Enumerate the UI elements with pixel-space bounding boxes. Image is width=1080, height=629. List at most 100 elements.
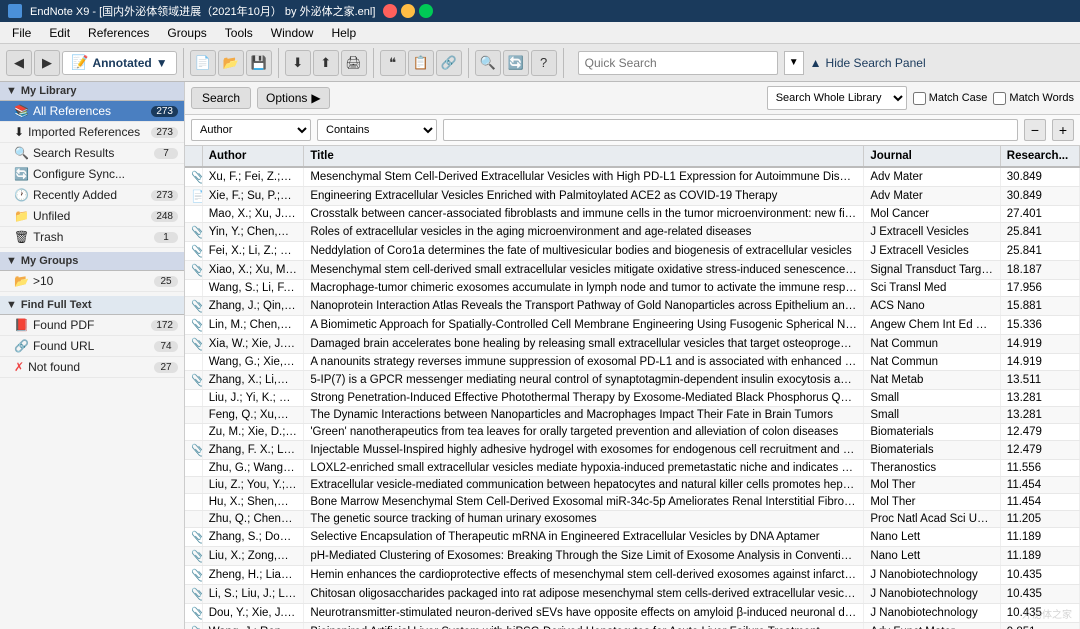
- sidebar-item-trash[interactable]: 🗑 Trash 1: [0, 227, 184, 248]
- cell-author: Wang, G.; Xie,…: [202, 354, 304, 371]
- table-row[interactable]: 📎Liu, X.; Zong,…pH-Mediated Clustering o…: [185, 547, 1080, 566]
- table-row[interactable]: Mao, X.; Xu, J.;…Crosstalk between cance…: [185, 206, 1080, 223]
- table-row[interactable]: 📎Li, S.; Liu, J.; Li…Chitosan oligosacch…: [185, 585, 1080, 604]
- menu-window[interactable]: Window: [263, 24, 322, 42]
- quick-search-input[interactable]: [578, 51, 778, 75]
- table-row[interactable]: Hu, X.; Shen,…Bone Marrow Mesenchymal St…: [185, 494, 1080, 511]
- open-btn[interactable]: 📂: [218, 50, 244, 76]
- sync-btn[interactable]: 🔄: [503, 50, 529, 76]
- table-row[interactable]: 📎Dou, Y.; Xie, J.;…Neurotransmitter-stim…: [185, 604, 1080, 623]
- table-row[interactable]: 📎Xiao, X.; Xu, M.…Mesenchymal stem cell-…: [185, 261, 1080, 280]
- save-btn[interactable]: 💾: [246, 50, 272, 76]
- menu-tools[interactable]: Tools: [217, 24, 261, 42]
- menu-references[interactable]: References: [80, 24, 157, 42]
- table-row[interactable]: 📎Zhang, F. X.; Li…Injectable Mussel-Insp…: [185, 441, 1080, 460]
- table-row[interactable]: 📎Zheng, H.; Lia…Hemin enhances the cardi…: [185, 566, 1080, 585]
- table-row[interactable]: Zhu, Q.; Chen…The genetic source trackin…: [185, 511, 1080, 528]
- configure-sync-icon: 🔄: [14, 167, 29, 181]
- field-select[interactable]: Author Title Year Journal Keywords Abstr…: [191, 119, 311, 141]
- sidebar-badge: 273: [151, 127, 178, 138]
- minimize-btn[interactable]: [401, 4, 415, 18]
- hide-search-panel-btn[interactable]: ▲ Hide Search Panel: [810, 56, 926, 70]
- cell-author: Liu, J.; Yi, K.; Z…: [202, 390, 304, 407]
- back-btn[interactable]: ◀: [6, 50, 32, 76]
- sidebar-item-unfiled[interactable]: 📁 Unfiled 248: [0, 206, 184, 227]
- cell-attach: 📎: [185, 585, 202, 604]
- match-case-label[interactable]: Match Case: [913, 92, 988, 105]
- sidebar-item-search-results[interactable]: 🔍 Search Results 7: [0, 143, 184, 164]
- table-row[interactable]: 📎Zhang, X.; Li,…5-IP(7) is a GPCR messen…: [185, 371, 1080, 390]
- annotated-badge[interactable]: 📝 Annotated ▼: [62, 51, 177, 75]
- match-words-checkbox[interactable]: [993, 92, 1006, 105]
- ref-btn[interactable]: 📋: [408, 50, 434, 76]
- table-row[interactable]: 📄Xie, F.; Su, P.;…Engineering Extracellu…: [185, 187, 1080, 206]
- search-library-select[interactable]: Search Whole Library: [767, 86, 907, 110]
- find-full-text-header[interactable]: ▼ Find Full Text: [0, 296, 184, 315]
- table-row[interactable]: 📎Fei, X.; Li, Z.; Y…Neddylation of Coro1…: [185, 242, 1080, 261]
- sidebar-item-configure-sync[interactable]: 🔄 Configure Sync...: [0, 164, 184, 185]
- import-btn[interactable]: ⬇: [285, 50, 311, 76]
- table-row[interactable]: Liu, Z.; You, Y.;…Extracellular vesicle-…: [185, 477, 1080, 494]
- sidebar-item-group-10[interactable]: 📂 >10 25: [0, 271, 184, 292]
- table-row[interactable]: Zu, M.; Xie, D.;…'Green' nanotherapeutic…: [185, 424, 1080, 441]
- table-row[interactable]: Liu, J.; Yi, K.; Z…Strong Penetration-In…: [185, 390, 1080, 407]
- sidebar-item-not-found[interactable]: ✗ Not found 27: [0, 357, 184, 378]
- table-row[interactable]: Wang, G.; Xie,…A nanounits strategy reve…: [185, 354, 1080, 371]
- quick-search-dropdown[interactable]: ▼: [784, 51, 804, 75]
- right-panel: Search Options ▶ Search Whole Library Ma…: [185, 82, 1080, 629]
- link-btn[interactable]: 🔗: [436, 50, 462, 76]
- table-row[interactable]: 📎Wang, J.; Ren,…Bioinspired Artificial L…: [185, 623, 1080, 629]
- match-words-label[interactable]: Match Words: [993, 92, 1074, 105]
- cell-title: Nanoprotein Interaction Atlas Reveals th…: [304, 297, 864, 316]
- filter-remove-btn[interactable]: −: [1024, 119, 1046, 141]
- table-row[interactable]: 📎Lin, M.; Chen,…A Biomimetic Approach fo…: [185, 316, 1080, 335]
- table-row[interactable]: 📎Yin, Y.; Chen,…Roles of extracellular v…: [185, 223, 1080, 242]
- table-row[interactable]: 📎Zhang, S.; Don…Selective Encapsulation …: [185, 528, 1080, 547]
- table-row[interactable]: 📎Xu, F.; Fei, Z.;…Mesenchymal Stem Cell-…: [185, 167, 1080, 187]
- menu-file[interactable]: File: [4, 24, 39, 42]
- options-button[interactable]: Options ▶: [257, 87, 330, 109]
- my-library-header[interactable]: ▼ My Library: [0, 82, 184, 101]
- sidebar-item-all-references[interactable]: 📚 All References 273: [0, 101, 184, 122]
- close-btn[interactable]: [383, 4, 397, 18]
- help-btn[interactable]: ?: [531, 50, 557, 76]
- table-row[interactable]: 📎Zhang, J.; Qin,…Nanoprotein Interaction…: [185, 297, 1080, 316]
- sidebar-item-found-pdf[interactable]: 📕 Found PDF 172: [0, 315, 184, 336]
- forward-btn[interactable]: ▶: [34, 50, 60, 76]
- table-row[interactable]: 📎Xia, W.; Xie, J.;…Damaged brain acceler…: [185, 335, 1080, 354]
- col-header-author[interactable]: Author: [202, 146, 304, 167]
- col-header-title[interactable]: Title: [304, 146, 864, 167]
- table-row[interactable]: Feng, Q.; Xu,…The Dynamic Interactions b…: [185, 407, 1080, 424]
- sidebar-item-recently-added[interactable]: 🕐 Recently Added 273: [0, 185, 184, 206]
- table-row[interactable]: Wang, S.; Li, F.…Macrophage-tumor chimer…: [185, 280, 1080, 297]
- cell-journal: J Extracell Vesicles: [864, 223, 1000, 242]
- cell-research: 15.336: [1000, 316, 1079, 335]
- sidebar-item-imported-references[interactable]: ⬇ Imported References 273: [0, 122, 184, 143]
- find-btn[interactable]: 🔍: [475, 50, 501, 76]
- cell-author: Liu, X.; Zong,…: [202, 547, 304, 566]
- my-groups-header[interactable]: ▼ My Groups: [0, 252, 184, 271]
- menu-groups[interactable]: Groups: [159, 24, 214, 42]
- table-row[interactable]: Zhu, G.; Wang…LOXL2-enriched small extra…: [185, 460, 1080, 477]
- search-button[interactable]: Search: [191, 87, 251, 109]
- cell-attach: [185, 477, 202, 494]
- cell-title: Damaged brain accelerates bone healing b…: [304, 335, 864, 354]
- col-header-research[interactable]: Research...: [1000, 146, 1079, 167]
- print-btn[interactable]: 🖨: [341, 50, 367, 76]
- col-header-journal[interactable]: Journal: [864, 146, 1000, 167]
- match-case-checkbox[interactable]: [913, 92, 926, 105]
- cite-btn[interactable]: ❝: [380, 50, 406, 76]
- menu-edit[interactable]: Edit: [41, 24, 78, 42]
- condition-select[interactable]: Contains Is Is Not Contains Word: [317, 119, 437, 141]
- sidebar-item-found-url[interactable]: 🔗 Found URL 74: [0, 336, 184, 357]
- filter-add-btn[interactable]: +: [1052, 119, 1074, 141]
- maximize-btn[interactable]: [419, 4, 433, 18]
- cell-attach: 📎: [185, 335, 202, 354]
- filter-value-input[interactable]: [443, 119, 1018, 141]
- references-table: Author Title Journal Research... 📎Xu, F.…: [185, 146, 1080, 629]
- new-btn[interactable]: 📄: [190, 50, 216, 76]
- match-options: Match Case Match Words: [913, 92, 1074, 105]
- menu-help[interactable]: Help: [323, 24, 364, 42]
- export-btn[interactable]: ⬆: [313, 50, 339, 76]
- col-header-attach[interactable]: [185, 146, 202, 167]
